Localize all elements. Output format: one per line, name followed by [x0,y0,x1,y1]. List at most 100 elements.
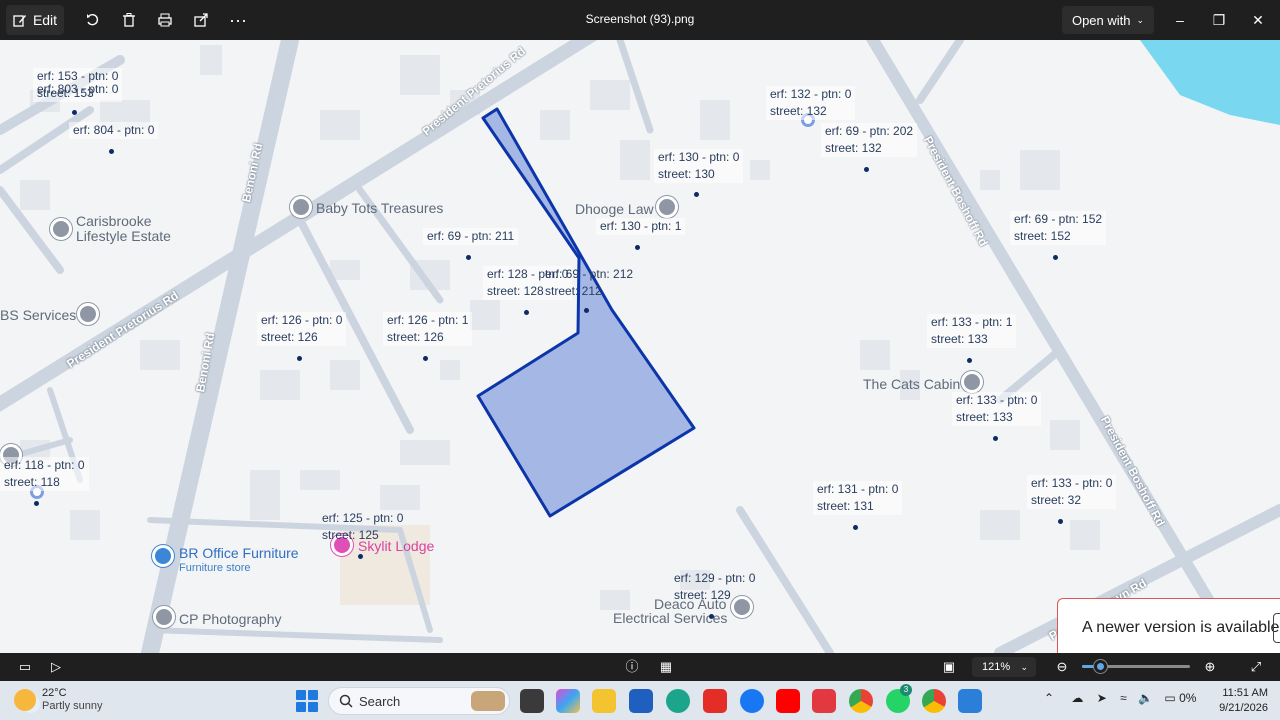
share-icon[interactable] [186,5,216,35]
windows-taskbar: 22°C Partly sunny Search 3 ⌃ ☁ ➤ ≈ 🔈 ▭ 0… [0,681,1280,720]
search-label: Search [359,694,401,709]
update-button[interactable] [1273,613,1280,643]
parcel-marker [34,501,39,506]
wifi-icon[interactable]: ≈ [1120,691,1127,705]
place-pin-icon[interactable] [656,196,678,218]
clock-date: 9/21/2026 [1219,702,1268,714]
start-button[interactable] [296,690,318,712]
battery-percent: 0% [1179,691,1197,705]
parcel-label: erf: 69 - ptn: 202 street: 132 [821,123,918,157]
parcel-label: erf: 130 - ptn: 0 street: 130 [654,149,744,183]
furniture-pin-icon[interactable] [152,545,174,567]
place-pin-icon[interactable] [961,371,983,393]
heart-app-icon[interactable] [812,689,836,713]
parcel-marker [1058,519,1063,524]
zoom-out-icon[interactable]: ⊖ [1051,658,1073,676]
parcel-marker [423,356,428,361]
chrome-profile-icon[interactable] [922,689,946,713]
cloud-icon[interactable]: ☁ [1071,691,1083,705]
parcel-marker [1053,255,1058,260]
update-message: A newer version is available. [1082,619,1280,636]
place-cp-photography[interactable]: CP Photography [179,611,281,627]
slideshow-icon[interactable]: ▷ [45,658,67,676]
place-bs-services[interactable]: BS Services [0,307,76,323]
parcel-marker [694,192,699,197]
map-image[interactable]: President Pretorius Rd President Pretori… [0,40,1280,653]
battery-icon[interactable]: ▭ [1164,691,1175,705]
place-cats-cabin[interactable]: The Cats Cabin [863,376,960,392]
location-icon[interactable]: ➤ [1097,691,1107,705]
place-pin-icon[interactable] [153,606,175,628]
parcel-marker [524,310,529,315]
top-toolbar: Edit ··· Screenshot (93).png Open with ⌄… [0,0,1280,40]
rotate-icon[interactable] [78,5,108,35]
zoom-in-icon[interactable]: ⊕ [1199,658,1221,676]
edge-icon[interactable] [666,689,690,713]
whatsapp-badge: 3 [900,684,912,696]
fullscreen-icon[interactable]: ⤢ [1245,658,1267,676]
parcel-label: erf: 130 - ptn: 1 [596,218,686,235]
parcel-marker [297,356,302,361]
facebook-icon[interactable] [740,689,764,713]
zoom-slider-thumb[interactable] [1094,660,1108,673]
zoom-level-dropdown[interactable]: 121% ⌄ [972,657,1036,677]
partly-sunny-icon [14,689,36,711]
maximize-button[interactable]: ❐ [1199,5,1239,35]
update-notification[interactable]: A newer version is available. [1057,598,1280,653]
store-icon[interactable] [629,689,653,713]
edit-button[interactable]: Edit [6,5,64,35]
volume-icon[interactable]: 🔈 [1138,691,1153,705]
chevron-down-icon: ⌄ [1136,14,1145,25]
file-explorer-icon[interactable] [592,689,616,713]
place-br-office-sub: Furniture store [179,562,251,574]
place-pin-icon[interactable] [290,196,312,218]
place-carisbrooke[interactable]: Carisbrooke [76,213,151,229]
parcel-marker [709,614,714,619]
youtube-icon[interactable] [776,689,800,713]
place-br-office[interactable]: BR Office Furniture [179,545,299,561]
copilot-icon[interactable] [556,689,580,713]
search-icon [339,694,353,708]
weather-description: Partly sunny [42,700,103,712]
open-with-label: Open with [1071,12,1131,28]
parcel-marker [109,149,114,154]
parcel-label: erf: 129 - ptn: 0 street: 129 [674,571,756,602]
place-pin-icon[interactable] [50,218,72,240]
zoom-slider[interactable] [1082,660,1190,673]
weather-widget[interactable]: 22°C Partly sunny [14,687,103,713]
parcel-label: erf: 803 - ptn: 0 [37,82,119,96]
search-highlight-icon [471,691,505,711]
parcel-label: erf: 69 - ptn: 211 [423,228,519,245]
edit-icon [13,15,26,27]
parcel-label: erf: 132 - ptn: 0 street: 132 [766,86,856,120]
delete-icon[interactable] [114,5,144,35]
parcel-marker [72,110,77,115]
clock-time: 11:51 AM [1222,687,1268,699]
task-view-icon[interactable] [520,689,544,713]
parcel-marker [993,436,998,441]
taskbar-search[interactable]: Search [328,687,510,715]
filmstrip-icon[interactable]: ▭ [14,658,36,676]
parcel-label: erf: 133 - ptn: 1 street: 133 [927,314,1017,348]
photos-app-icon[interactable] [958,689,982,713]
clock[interactable]: 11:51 AM 9/21/2026 [1214,686,1268,716]
parcel-marker [864,167,869,172]
place-baby-tots[interactable]: Baby Tots Treasures [316,200,443,216]
open-with-button[interactable]: Open with ⌄ [1062,6,1154,34]
print-icon[interactable] [150,5,180,35]
close-button[interactable]: ✕ [1238,5,1278,35]
system-tray[interactable]: ⌃ ☁ ➤ ≈ 🔈 ▭ 0% [1044,691,1196,705]
chevron-up-icon[interactable]: ⌃ [1044,691,1054,705]
minimize-button[interactable]: – [1160,5,1200,35]
chrome-icon[interactable] [849,689,873,713]
fit-window-icon[interactable]: ▣ [938,658,960,676]
youtube-app-icon[interactable] [703,689,727,713]
text-scan-icon[interactable]: ▦ [655,658,677,676]
edit-label: Edit [32,12,58,28]
place-dhooge-law[interactable]: Dhooge Law [575,201,654,217]
more-icon[interactable]: ··· [223,5,253,35]
place-pin-icon[interactable] [77,303,99,325]
parcel-marker [358,554,363,559]
info-icon[interactable]: ⓘ [621,658,643,676]
parcel-label: erf: 133 - ptn: 0 street: 133 [952,392,1042,426]
